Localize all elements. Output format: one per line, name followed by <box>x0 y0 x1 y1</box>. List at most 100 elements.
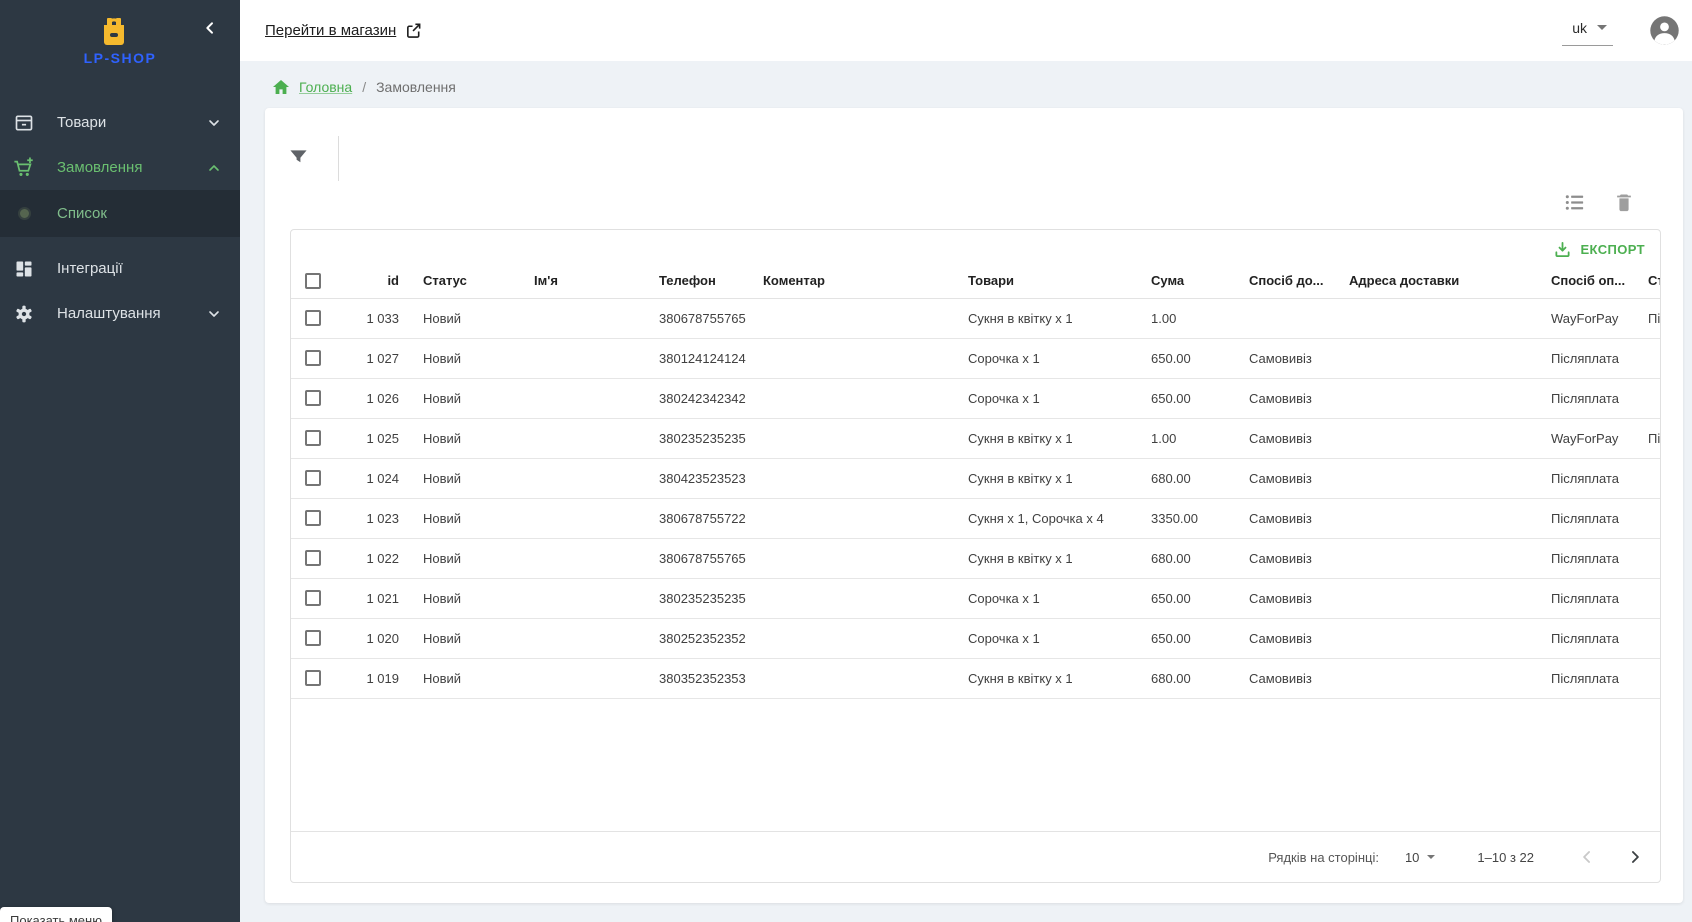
select-all-checkbox[interactable] <box>305 273 321 289</box>
row-checkbox[interactable] <box>305 470 321 486</box>
table-row[interactable]: 1 023 Новий 380678755722 Сукня x 1, Соро… <box>291 498 1660 538</box>
cell-name <box>518 458 643 498</box>
next-page-button[interactable] <box>1622 844 1648 870</box>
sidebar-item-settings[interactable]: Налаштування <box>0 291 240 336</box>
cell-id: 1 021 <box>331 578 407 618</box>
row-checkbox[interactable] <box>305 630 321 646</box>
cell-products: Сорочка x 1 <box>952 338 1135 378</box>
export-button[interactable]: ЕКСПОРТ <box>1552 237 1647 262</box>
sidebar-item-orders[interactable]: Замовлення <box>0 145 240 190</box>
shop-bag-logo-icon <box>97 16 131 48</box>
cell-payment: Післяплата <box>1535 658 1632 698</box>
cell-phone: 380678755722 <box>643 498 747 538</box>
cell-products: Сорочка x 1 <box>952 578 1135 618</box>
row-checkbox[interactable] <box>305 550 321 566</box>
cell-pay-status <box>1632 658 1660 698</box>
table-row[interactable]: 1 020 Новий 380252352352 Сорочка x 1 650… <box>291 618 1660 658</box>
grid-icon <box>13 258 35 280</box>
cell-address <box>1333 418 1535 458</box>
column-header-name[interactable]: Ім'я <box>518 263 643 298</box>
cell-status: Новий <box>407 578 518 618</box>
cell-payment: Післяплата <box>1535 338 1632 378</box>
cell-sum: 650.00 <box>1135 378 1233 418</box>
column-header-status[interactable]: Статус <box>407 263 518 298</box>
go-to-shop-link[interactable]: Перейти в магазин <box>265 22 422 39</box>
row-checkbox[interactable] <box>305 670 321 686</box>
cell-status: Новий <box>407 458 518 498</box>
column-header-comment[interactable]: Коментар <box>747 263 952 298</box>
row-checkbox[interactable] <box>305 590 321 606</box>
main-content: Головна / Замовлення <box>240 61 1692 922</box>
column-header-address[interactable]: Адреса доставки <box>1333 263 1535 298</box>
home-icon <box>273 80 289 95</box>
cell-address <box>1333 538 1535 578</box>
language-select[interactable]: uk <box>1562 16 1613 46</box>
column-header-payment[interactable]: Спосіб оп... <box>1535 263 1632 298</box>
column-header-delivery[interactable]: Спосіб до... <box>1233 263 1333 298</box>
column-header-pay-status[interactable]: Ст <box>1632 263 1660 298</box>
caret-down-icon <box>1597 25 1607 30</box>
topbar: Перейти в магазин uk <box>240 0 1692 61</box>
sidebar-logo-block: LP-SHOP <box>0 0 240 100</box>
cell-phone: 380242342342 <box>643 378 747 418</box>
rows-per-page-select[interactable]: 10 <box>1405 850 1435 865</box>
row-checkbox[interactable] <box>305 390 321 406</box>
table-row[interactable]: 1 021 Новий 380235235235 Сорочка x 1 650… <box>291 578 1660 618</box>
cell-comment <box>747 458 952 498</box>
previous-page-button[interactable] <box>1574 844 1600 870</box>
cell-comment <box>747 378 952 418</box>
table-row[interactable]: 1 033 Новий 380678755765 Сукня в квітку … <box>291 298 1660 338</box>
cell-sum: 680.00 <box>1135 538 1233 578</box>
cell-sum: 650.00 <box>1135 338 1233 378</box>
orders-table-card: ЕКСПОРТ id Статус Ім'я <box>290 229 1661 883</box>
table-row[interactable]: 1 022 Новий 380678755765 Сукня в квітку … <box>291 538 1660 578</box>
sidebar-item-label: Інтеграції <box>57 260 222 277</box>
cell-phone: 380235235235 <box>643 578 747 618</box>
cell-sum: 680.00 <box>1135 658 1233 698</box>
table-row[interactable]: 1 024 Новий 380423523523 Сукня в квітку … <box>291 458 1660 498</box>
cell-name <box>518 498 643 538</box>
delete-icon[interactable] <box>1612 190 1636 214</box>
cell-comment <box>747 538 952 578</box>
cell-sum: 1.00 <box>1135 418 1233 458</box>
filter-button[interactable] <box>281 140 315 174</box>
cell-name <box>518 418 643 458</box>
table-row[interactable]: 1 019 Новий 380352352353 Сукня в квітку … <box>291 658 1660 698</box>
sidebar-item-products[interactable]: Товари <box>0 100 240 145</box>
column-header-phone[interactable]: Телефон <box>643 263 747 298</box>
orders-panel: ЕКСПОРТ id Статус Ім'я <box>265 108 1683 903</box>
cell-phone: 380352352353 <box>643 658 747 698</box>
cell-pay-status <box>1632 618 1660 658</box>
sidebar-collapse-button[interactable] <box>198 16 222 40</box>
cell-phone: 380423523523 <box>643 458 747 498</box>
column-list-icon[interactable] <box>1562 190 1586 214</box>
column-header-products[interactable]: Товари <box>952 263 1135 298</box>
column-header-id[interactable]: id <box>331 263 407 298</box>
cell-sum: 1.00 <box>1135 298 1233 338</box>
cell-sum: 650.00 <box>1135 578 1233 618</box>
table-row[interactable]: 1 027 Новий 380124124124 Сорочка x 1 650… <box>291 338 1660 378</box>
table-row[interactable]: 1 026 Новий 380242342342 Сорочка x 1 650… <box>291 378 1660 418</box>
avatar[interactable] <box>1649 15 1680 46</box>
table-row[interactable]: 1 025 Новий 380235235235 Сукня в квітку … <box>291 418 1660 458</box>
row-checkbox[interactable] <box>305 310 321 326</box>
sidebar-nav: Товари Замовлення Список <box>0 100 240 336</box>
pagination-footer: Рядків на сторінці: 10 1–10 з 22 <box>291 831 1660 882</box>
sidebar-item-orders-list[interactable]: Список <box>0 190 240 237</box>
row-checkbox[interactable] <box>305 510 321 526</box>
sidebar-item-integrations[interactable]: Інтеграції <box>0 246 240 291</box>
bullet-dot-icon <box>13 203 35 225</box>
cell-pay-status <box>1632 458 1660 498</box>
column-header-sum[interactable]: Сума <box>1135 263 1233 298</box>
table-wrap: id Статус Ім'я Телефон Коментар Товари С… <box>291 263 1660 833</box>
export-label: ЕКСПОРТ <box>1580 242 1645 257</box>
cell-id: 1 020 <box>331 618 407 658</box>
chevron-up-icon <box>206 160 222 176</box>
cell-pay-status <box>1632 578 1660 618</box>
breadcrumb-home-link[interactable]: Головна <box>299 79 352 95</box>
row-checkbox[interactable] <box>305 430 321 446</box>
cell-status: Новий <box>407 378 518 418</box>
cell-comment <box>747 418 952 458</box>
cell-name <box>518 578 643 618</box>
row-checkbox[interactable] <box>305 350 321 366</box>
